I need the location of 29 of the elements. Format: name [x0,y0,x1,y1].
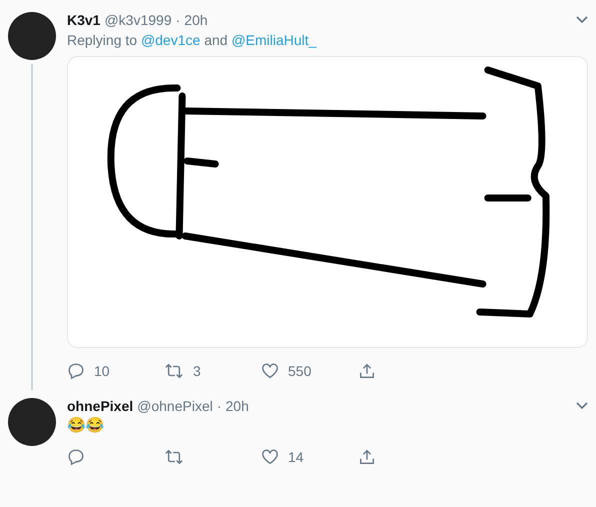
display-name[interactable]: K3v1 [67,12,100,28]
timestamp[interactable]: 20h [184,12,208,28]
mention-link[interactable]: @dev1ce [140,32,200,48]
action-count: 550 [288,363,312,379]
timestamp[interactable]: 20h [226,398,249,414]
separator-dot: · [216,398,222,414]
avatar[interactable] [8,12,56,60]
heart-icon[interactable] [261,362,279,380]
caret-icon[interactable] [576,402,588,410]
reply-icon[interactable] [67,448,85,466]
separator-dot: · [176,12,180,28]
action-count: 14 [288,449,304,465]
share-icon[interactable] [358,448,376,466]
replying-to-text: Replying to @dev1ce and @EmiliaHult_ [67,32,318,48]
heart-icon[interactable] [261,448,279,466]
tweet-text: 😂😂 [67,416,106,434]
caret-icon[interactable] [576,16,588,24]
display-name[interactable]: ohnePixel [67,398,134,414]
retweet-icon[interactable] [164,448,184,466]
retweet-icon[interactable] [164,362,184,380]
share-icon[interactable] [358,362,376,380]
reply-icon[interactable] [67,362,85,380]
action-count: 3 [193,363,201,379]
sketch-drawing[interactable] [67,56,588,348]
avatar[interactable] [8,398,56,446]
handle[interactable]: @ohnePixel [137,398,213,414]
mention-link[interactable]: @EmiliaHult_ [231,32,316,48]
handle[interactable]: @k3v1999 [104,12,172,28]
action-count: 10 [94,363,110,379]
